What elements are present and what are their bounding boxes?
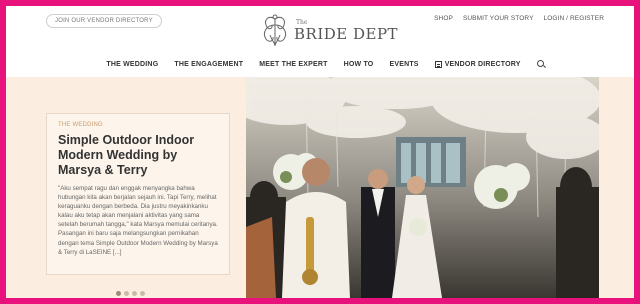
logo-name: BRIDE DEPT — [294, 25, 399, 43]
page: JOIN OUR VENDOR DIRECTORY The BRIDE DEPT… — [6, 6, 634, 298]
nav-vendor-directory-label: VENDOR DIRECTORY — [444, 61, 521, 68]
search-button[interactable] — [536, 60, 546, 69]
site-logo[interactable]: The BRIDE DEPT — [260, 12, 398, 48]
slider-dot[interactable] — [132, 291, 137, 296]
featured-slider: THE WEDDING Simple Outdoor Indoor Modern… — [6, 77, 634, 298]
wedding-photo-image — [246, 77, 599, 298]
join-vendor-directory-button[interactable]: JOIN OUR VENDOR DIRECTORY — [46, 14, 162, 28]
nav-meet-the-expert[interactable]: MEET THE EXPERT — [259, 60, 327, 69]
main-nav: THE WEDDING THE ENGAGEMENT MEET THE EXPE… — [6, 60, 634, 69]
shop-link[interactable]: SHOP — [434, 15, 453, 22]
featured-card[interactable]: THE WEDDING Simple Outdoor Indoor Modern… — [46, 113, 230, 275]
featured-photo[interactable] — [246, 77, 599, 298]
featured-category[interactable]: THE WEDDING — [58, 122, 218, 128]
slider-dot[interactable] — [124, 291, 129, 296]
nav-the-wedding[interactable]: THE WEDDING — [106, 60, 158, 69]
nav-the-engagement[interactable]: THE ENGAGEMENT — [174, 60, 243, 69]
slider-dot[interactable] — [116, 291, 121, 296]
nav-vendor-directory[interactable]: VENDOR DIRECTORY — [434, 60, 521, 69]
slider-dot[interactable] — [140, 291, 145, 296]
grid-icon — [434, 61, 442, 68]
top-links: SHOP SUBMIT YOUR STORY LOGIN / REGISTER — [434, 15, 604, 22]
featured-title[interactable]: Simple Outdoor Indoor Modern Wedding by … — [58, 133, 218, 178]
featured-excerpt: "Aku sempat ragu dan enggak menyangka ba… — [58, 185, 218, 256]
nav-how-to[interactable]: HOW TO — [344, 60, 374, 69]
login-register-link[interactable]: LOGIN / REGISTER — [544, 15, 604, 22]
submit-story-link[interactable]: SUBMIT YOUR STORY — [463, 15, 534, 22]
search-icon — [536, 60, 546, 69]
slider-dots — [116, 291, 145, 296]
nav-events[interactable]: EVENTS — [389, 60, 418, 69]
logo-emblem-icon — [263, 14, 287, 47]
